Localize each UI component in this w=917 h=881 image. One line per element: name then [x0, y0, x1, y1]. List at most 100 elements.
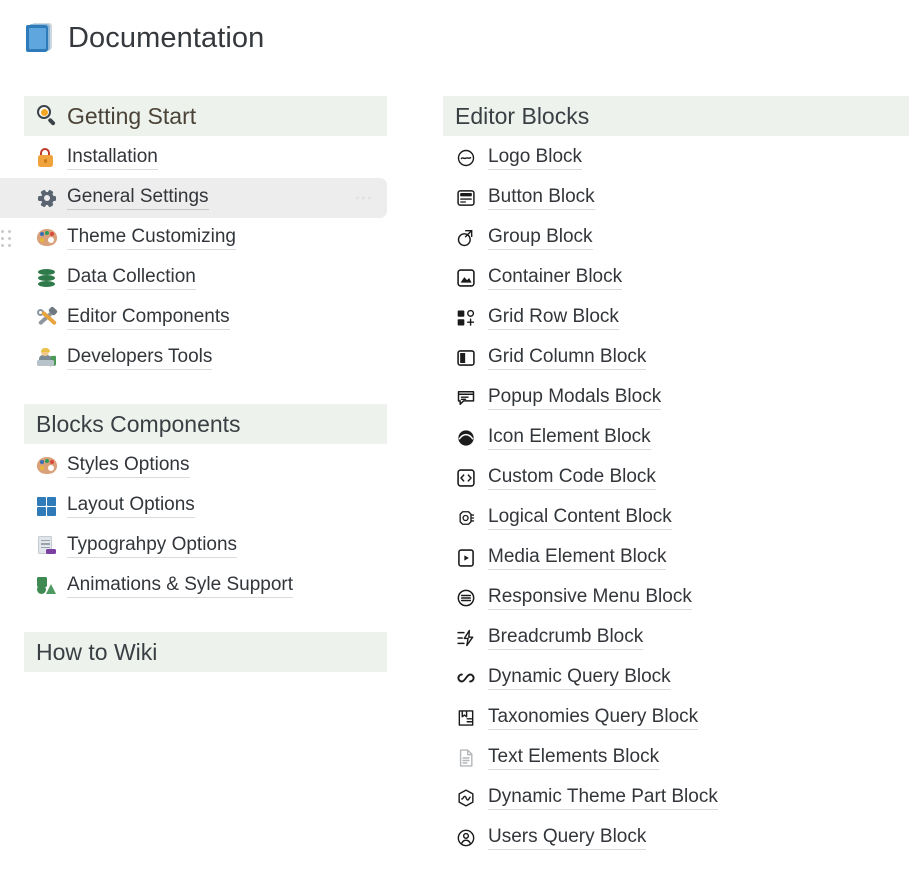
logo-circle-icon	[455, 147, 477, 169]
list-item-label: Custom Code Block	[488, 466, 656, 490]
section-header-blocks-components: Blocks Components	[24, 404, 387, 444]
list-item-animations-style-support[interactable]: Animations & Syle Support	[24, 566, 387, 606]
list-item-responsive-menu-block[interactable]: Responsive Menu Block	[443, 578, 909, 618]
list-item-container-block[interactable]: Container Block	[443, 258, 909, 298]
hammer-and-wrench-icon	[36, 306, 58, 329]
section-header-how-to-wiki: How to Wiki	[24, 632, 387, 672]
taxonomy-tag-icon	[455, 707, 477, 729]
list-item-label: General Settings	[67, 186, 209, 210]
unlocked-padlock-icon	[36, 147, 58, 169]
animation-shapes-icon	[36, 575, 58, 597]
list-item-label: Animations & Syle Support	[67, 574, 294, 598]
list-item-users-query-block[interactable]: Users Query Block	[443, 818, 909, 858]
list-item-editor-components[interactable]: Editor Components	[24, 298, 387, 338]
artist-palette-icon	[36, 227, 58, 249]
section-title: Blocks Components	[36, 410, 241, 437]
list-item-label: Logo Block	[488, 146, 583, 170]
list-item-label: Styles Options	[67, 454, 190, 478]
list-item-dynamic-query-block[interactable]: Dynamic Query Block	[443, 658, 909, 698]
list-item-label: Data Collection	[67, 266, 196, 290]
drag-handle-icon[interactable]	[0, 229, 12, 247]
infinity-loop-icon	[455, 667, 477, 689]
list-item-label: Users Query Block	[488, 826, 647, 850]
list-item-label: Button Block	[488, 186, 595, 210]
text-document-icon	[455, 747, 477, 769]
list-item-label: Layout Options	[67, 494, 195, 518]
list-item-label: Developers Tools	[67, 346, 213, 370]
typography-page-icon	[36, 535, 58, 557]
section-title: Getting Start	[67, 102, 197, 129]
popup-modal-icon	[455, 387, 477, 409]
more-options-icon[interactable]	[356, 196, 371, 200]
list-item-label: Taxonomies Query Block	[488, 706, 699, 730]
gear-icon	[36, 187, 58, 209]
left-column: Getting Start Installation General Setti…	[0, 96, 387, 674]
list-item-popup-modals-block[interactable]: Popup Modals Block	[443, 378, 909, 418]
media-play-icon	[455, 547, 477, 569]
section-header-getting-start: Getting Start	[24, 96, 387, 136]
list-item-logical-content-block[interactable]: Logical Content Block	[443, 498, 909, 538]
list-item-label: Group Block	[488, 226, 593, 250]
user-circle-icon	[455, 827, 477, 849]
closed-book-icon	[24, 22, 54, 54]
nav-list-getting-start: Installation General Settings Theme Cust…	[0, 138, 387, 378]
list-item-label: Popup Modals Block	[488, 386, 662, 410]
list-item-grid-row-block[interactable]: Grid Row Block	[443, 298, 909, 338]
icon-element-circle-icon	[455, 427, 477, 449]
list-item-icon-element-block[interactable]: Icon Element Block	[443, 418, 909, 458]
list-item-text-elements-block[interactable]: Text Elements Block	[443, 738, 909, 778]
technologist-icon	[36, 347, 58, 369]
list-item-data-collection[interactable]: Data Collection	[24, 258, 387, 298]
list-item-developers-tools[interactable]: Developers Tools	[24, 338, 387, 378]
list-item-label: Editor Components	[67, 306, 230, 330]
section-header-editor-blocks: Editor Blocks	[443, 96, 909, 136]
list-item-label: Grid Column Block	[488, 346, 647, 370]
list-item-typography-options[interactable]: Typograhpy Options	[24, 526, 387, 566]
list-item-label: Media Element Block	[488, 546, 667, 570]
list-item-label: Grid Row Block	[488, 306, 619, 330]
section-title: How to Wiki	[36, 638, 158, 665]
list-item-label: Container Block	[488, 266, 623, 290]
breadcrumb-bolt-icon	[455, 627, 477, 649]
grid-row-icon	[455, 307, 477, 329]
database-icon	[36, 267, 58, 289]
list-item-logo-block[interactable]: Logo Block	[443, 138, 909, 178]
list-item-label: Typograhpy Options	[67, 534, 238, 558]
page-header: Documentation	[24, 14, 264, 62]
list-item-label: Responsive Menu Block	[488, 586, 692, 610]
grid-column-icon	[455, 347, 477, 369]
pulse-hexagon-icon	[455, 787, 477, 809]
logic-gear-icon	[455, 507, 477, 529]
layout-grid-icon	[36, 495, 58, 517]
list-item-button-block[interactable]: Button Block	[443, 178, 909, 218]
button-stack-icon	[455, 187, 477, 209]
list-item-grid-column-block[interactable]: Grid Column Block	[443, 338, 909, 378]
container-image-icon	[455, 267, 477, 289]
list-item-label: Icon Element Block	[488, 426, 651, 450]
code-brackets-icon	[455, 467, 477, 489]
section-title: Editor Blocks	[455, 102, 590, 129]
list-item-styles-options[interactable]: Styles Options	[24, 446, 387, 486]
right-column: Editor Blocks Logo Block Button Block Gr…	[443, 96, 909, 858]
list-item-group-block[interactable]: Group Block	[443, 218, 909, 258]
artist-palette-icon	[36, 455, 58, 477]
list-item-label: Text Elements Block	[488, 746, 660, 770]
nav-list-blocks-components: Styles Options Layout Options Typograhpy…	[24, 446, 387, 606]
hamburger-menu-circle-icon	[455, 587, 477, 609]
list-item-taxonomies-query-block[interactable]: Taxonomies Query Block	[443, 698, 909, 738]
list-item-breadcrumb-block[interactable]: Breadcrumb Block	[443, 618, 909, 658]
list-item-label: Breadcrumb Block	[488, 626, 644, 650]
list-item-general-settings[interactable]: General Settings	[0, 178, 387, 218]
list-item-label: Theme Customizing	[67, 226, 236, 250]
list-item-dynamic-theme-part-block[interactable]: Dynamic Theme Part Block	[443, 778, 909, 818]
magnifying-glass-icon	[36, 104, 60, 128]
list-item-layout-options[interactable]: Layout Options	[24, 486, 387, 526]
list-item-installation[interactable]: Installation	[24, 138, 387, 178]
list-item-theme-customizing[interactable]: Theme Customizing	[0, 218, 387, 258]
group-overlap-icon	[455, 227, 477, 249]
list-item-label: Dynamic Query Block	[488, 666, 671, 690]
nav-list-editor-blocks: Logo Block Button Block Group Block Cont…	[443, 138, 909, 858]
page-title: Documentation	[68, 21, 265, 54]
list-item-media-element-block[interactable]: Media Element Block	[443, 538, 909, 578]
list-item-custom-code-block[interactable]: Custom Code Block	[443, 458, 909, 498]
